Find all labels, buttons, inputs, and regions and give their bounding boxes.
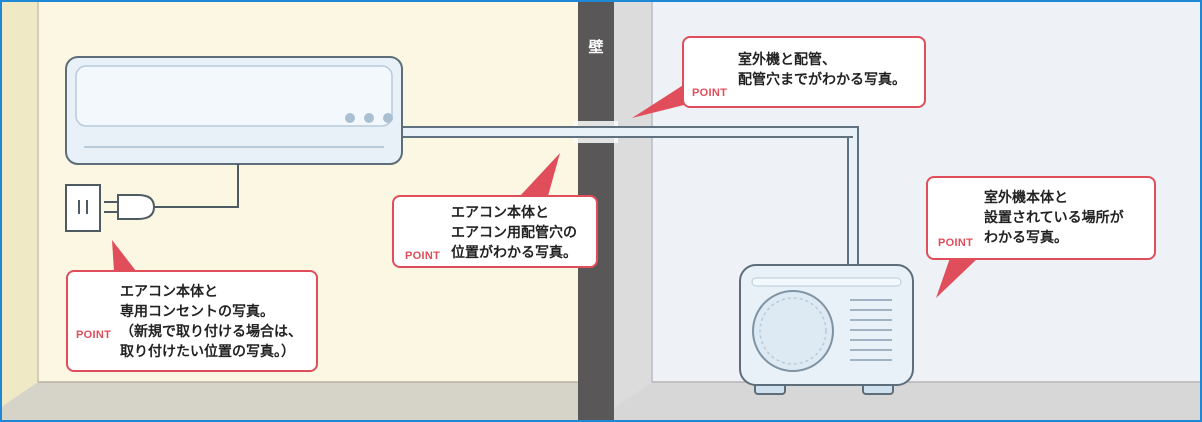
electric-outlet (65, 184, 101, 232)
callout-2: 2 POINT エアコン本体と エアコン用配管穴の 位置がわかる写真。 (392, 195, 598, 268)
callout-2-text: エアコン本体と エアコン用配管穴の 位置がわかる写真。 (451, 205, 577, 261)
callout-4: 4 POINT 室外機本体と 設置されている場所が わかる写真。 (926, 176, 1156, 260)
point-4-badge: 4 (945, 202, 971, 236)
point-label: POINT (405, 250, 441, 262)
indoor-side-wall (0, 0, 38, 422)
callout-3: 3 POINT 室外機と配管、 配管穴までがわかる写真。 (682, 36, 926, 108)
callout-1-text: エアコン本体と 専用コンセントの写真。 （新規で取り付ける場合は、 取り付けたい位置の… (120, 284, 302, 360)
point-label: POINT (692, 87, 728, 99)
callout-3-text: 室外機と配管、 配管穴までがわかる写真。 (738, 52, 906, 88)
callout-1: 1 POINT エアコン本体と 専用コンセントの写真。 （新規で取り付ける場合は、取… (66, 270, 318, 372)
wall-label: 壁 (588, 38, 604, 56)
callout-4-text: 室外機本体と 設置されている場所が わかる写真。 (984, 190, 1124, 246)
point-1-badge: 1 (83, 288, 109, 322)
outdoor-unit (739, 264, 914, 395)
outdoor-side-wall (614, 0, 652, 422)
air-conditioner-photo-guide: 壁 1 POINT エアコン本体と 専用コンセントの写真。 （新規で取り付ける場合は… (0, 0, 1202, 422)
point-2-badge: 2 (412, 211, 438, 245)
indoor-floor (0, 382, 578, 422)
point-3-badge: 3 (699, 48, 725, 82)
point-label: POINT (76, 329, 112, 341)
outdoor-ground (614, 382, 1202, 422)
point-label: POINT (938, 237, 974, 249)
indoor-unit (65, 56, 403, 165)
